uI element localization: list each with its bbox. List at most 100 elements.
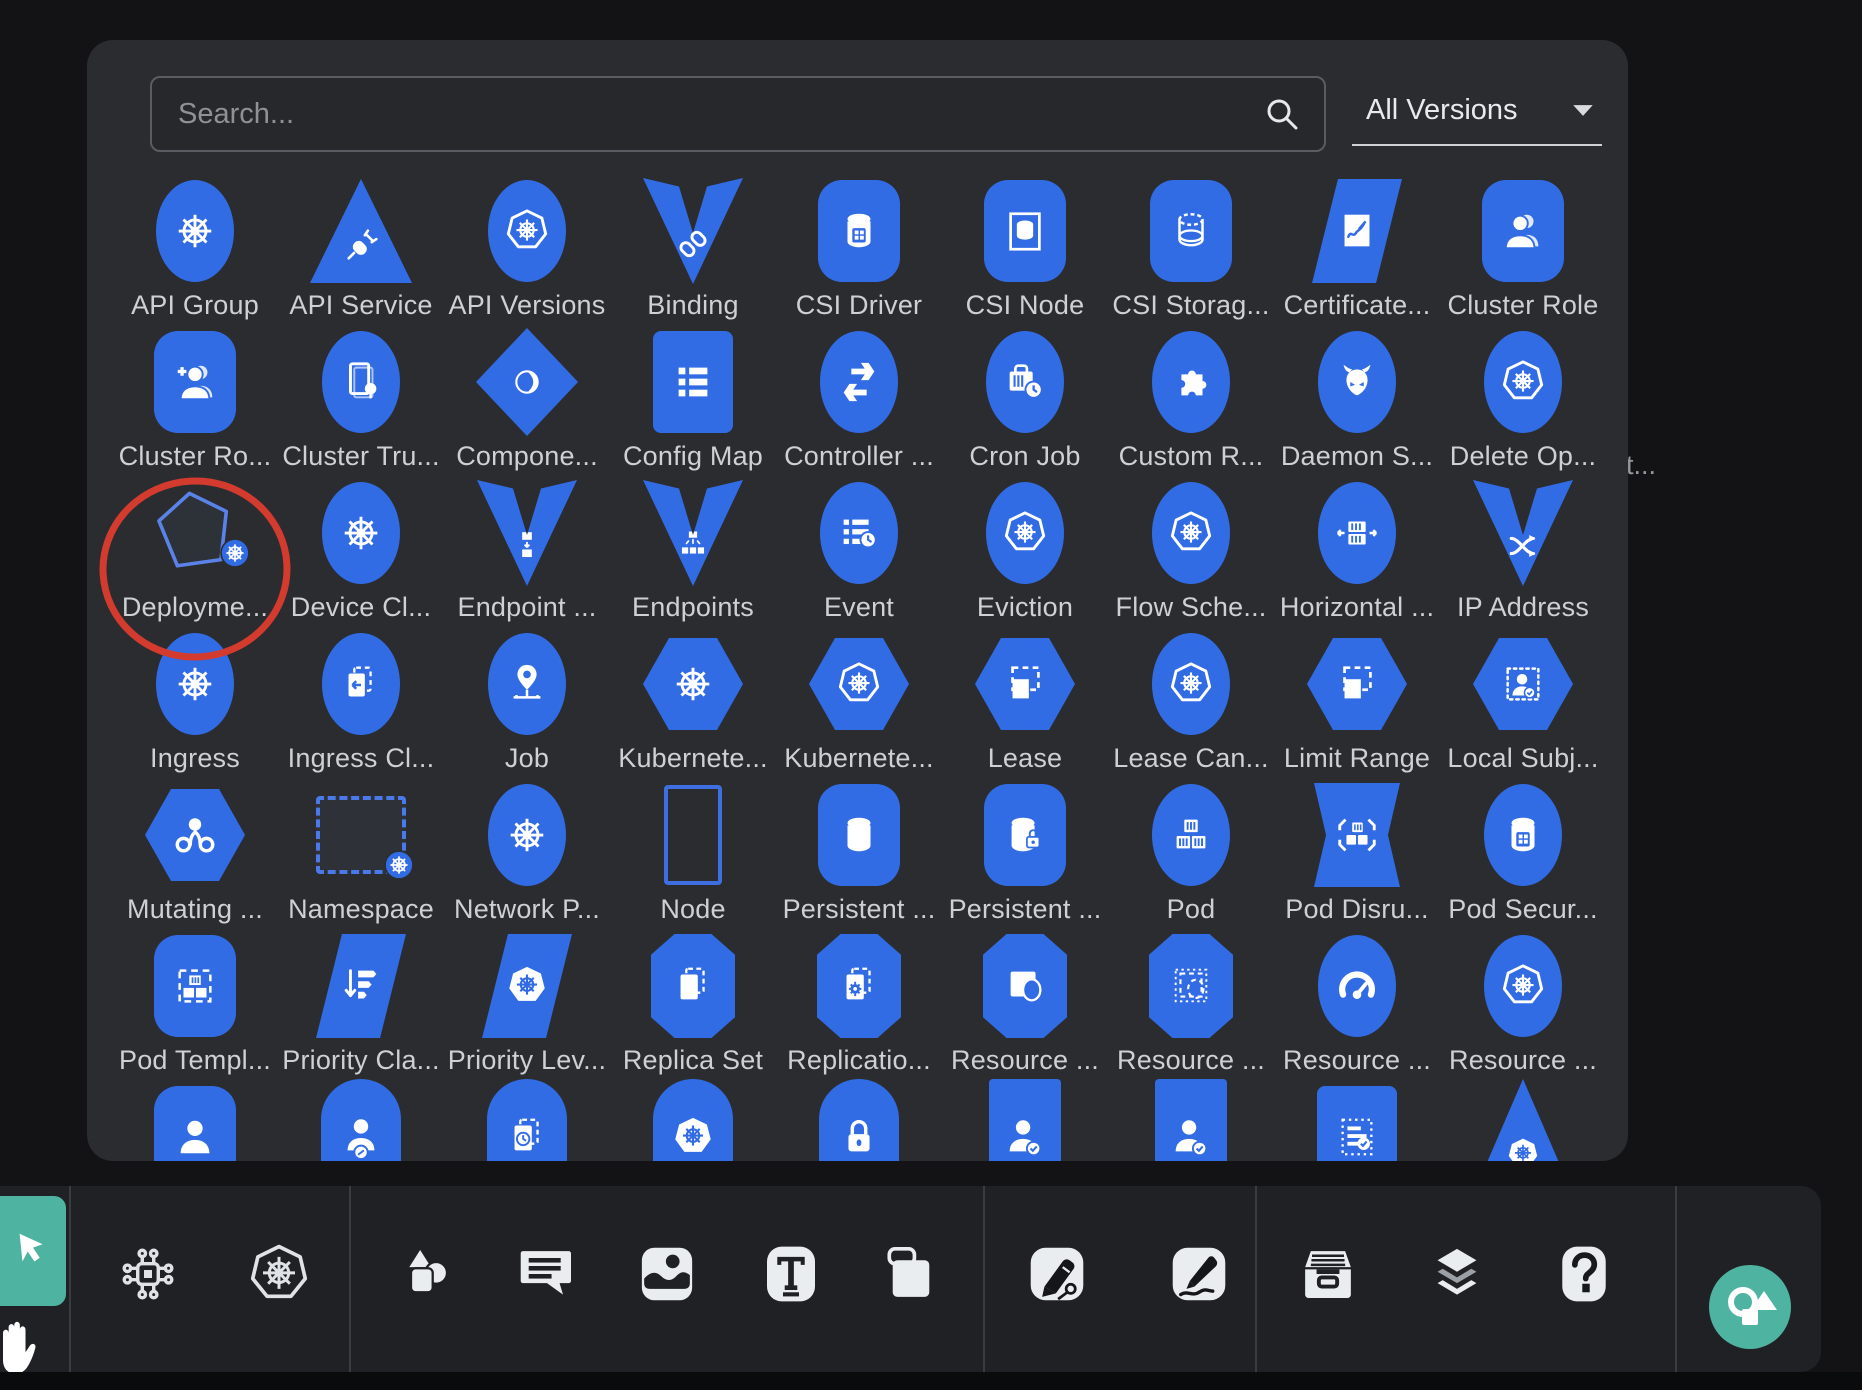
library-item-namespace[interactable]: Namespace [278,774,444,925]
library-item-kubernetes-1[interactable]: Kubernete... [610,623,776,774]
api-service-icon [310,179,412,283]
library-item-label: Resource ... [1449,1045,1597,1076]
red-ellipse-annotation[interactable] [95,473,295,665]
library-item-resource-2[interactable]: Resource ... [1108,925,1274,1076]
library-item-config-map[interactable]: Config Map [610,321,776,472]
library-item-certificate[interactable]: Certificate... [1274,170,1440,321]
archive-tool[interactable] [1296,1242,1360,1306]
library-item-api-versions[interactable]: API Versions [444,170,610,321]
library-item-csi-storage[interactable]: CSI Storag... [1108,170,1274,321]
library-item-daemon-set[interactable]: Daemon S... [1274,321,1440,472]
library-item-persistent-volume[interactable]: Persistent ... [776,774,942,925]
library-item-label: Cluster Tru... [282,441,439,472]
library-item-priority-class[interactable]: Priority Cla... [278,925,444,1076]
shapes-tool[interactable] [395,1242,459,1306]
library-item-network-policy[interactable]: Network P... [444,774,610,925]
marker-tool[interactable] [1167,1242,1231,1306]
library-item-kubernetes-2[interactable]: Kubernete... [776,623,942,774]
config-map-icon [653,331,733,433]
library-item-api-group[interactable]: API Group [112,170,278,321]
architecture-icon [116,1242,180,1306]
library-item-row7-3[interactable] [444,1076,610,1161]
library-item-lease-candidate[interactable]: Lease Can... [1108,623,1274,774]
library-item-label: Local Subj... [1447,743,1598,774]
job-icon [488,633,566,735]
row7-1-icon [154,1086,236,1161]
library-item-row7-2[interactable] [278,1076,444,1161]
note-tool[interactable] [879,1242,943,1306]
library-item-flow-schema[interactable]: Flow Sche... [1108,472,1274,623]
library-item-label: Ingress [150,743,240,774]
version-filter-dropdown[interactable]: All Versions [1352,76,1602,146]
app-logo[interactable] [1708,1264,1792,1350]
library-item-csi-driver[interactable]: CSI Driver [776,170,942,321]
library-item-ingress-class[interactable]: Ingress Cl... [278,623,444,774]
library-item-custom-resource[interactable]: Custom R... [1108,321,1274,472]
library-item-resource-1[interactable]: Resource ... [942,925,1108,1076]
help-button[interactable] [1552,1242,1616,1306]
library-item-row7-1[interactable] [112,1076,278,1161]
library-item-label: Controller ... [784,441,934,472]
library-item-event[interactable]: Event [776,472,942,623]
select-tool[interactable] [0,1196,66,1306]
library-item-endpoint-slice[interactable]: Endpoint ... [444,472,610,623]
library-item-row7-8[interactable] [1274,1076,1440,1161]
comment-tool[interactable] [515,1242,579,1306]
library-item-component-status[interactable]: Compone... [444,321,610,472]
pen-tool[interactable] [1025,1242,1089,1306]
text-tool[interactable] [759,1242,823,1306]
architecture-tool[interactable] [116,1242,180,1306]
library-item-binding[interactable]: Binding [610,170,776,321]
library-item-limit-range[interactable]: Limit Range [1274,623,1440,774]
library-item-ip-address[interactable]: IP Address [1440,472,1606,623]
layers-tool[interactable] [1425,1242,1489,1306]
library-item-delete-options[interactable]: Delete Op... [1440,321,1606,472]
kubernetes-2-icon [809,635,909,733]
library-item-persistent-volume-claim[interactable]: Persistent ... [942,774,1108,925]
library-item-priority-level[interactable]: Priority Lev... [444,925,610,1076]
library-item-job[interactable]: Job [444,623,610,774]
library-item-pod-disruption-budget[interactable]: Pod Disru... [1274,774,1440,925]
library-item-resource-3[interactable]: Resource ... [1274,925,1440,1076]
library-item-cluster-role-binding[interactable]: Cluster Ro... [112,321,278,472]
library-item-row7-5[interactable] [776,1076,942,1161]
library-item-local-subject-access[interactable]: Local Subj... [1440,623,1606,774]
library-item-replica-set[interactable]: Replica Set [610,925,776,1076]
library-item-endpoints[interactable]: Endpoints [610,472,776,623]
library-item-lease[interactable]: Lease [942,623,1108,774]
namespace-dashed-icon [316,796,406,874]
ip-address-icon [1473,480,1573,586]
canvas-clipped-text[interactable]: t... [1626,450,1656,481]
library-item-api-service[interactable]: API Service [278,170,444,321]
library-item-cluster-trust[interactable]: Cluster Tru... [278,321,444,472]
library-item-label: Pod Secur... [1448,894,1598,925]
library-item-label: Event [824,592,894,623]
library-item-row7-9[interactable] [1440,1076,1606,1161]
library-item-row7-4[interactable] [610,1076,776,1161]
library-item-label: Binding [647,290,738,321]
library-item-label: Lease Can... [1113,743,1269,774]
image-tool[interactable] [635,1242,699,1306]
kubernetes-library-tool[interactable] [247,1242,311,1306]
library-item-row7-7[interactable] [1108,1076,1274,1161]
library-item-pod-security[interactable]: Pod Secur... [1440,774,1606,925]
library-item-label: Custom R... [1119,441,1264,472]
library-item-cluster-role[interactable]: Cluster Role [1440,170,1606,321]
library-item-horizontal-pod-autoscaler[interactable]: Horizontal ... [1274,472,1440,623]
library-item-node[interactable]: Node [610,774,776,925]
library-item-device-class[interactable]: Device Cl... [278,472,444,623]
library-item-row7-6[interactable] [942,1076,1108,1161]
library-item-mutating-webhook[interactable]: Mutating ... [112,774,278,925]
library-item-pod[interactable]: Pod [1108,774,1274,925]
library-item-pod-template[interactable]: Pod Templ... [112,925,278,1076]
search-input[interactable] [152,98,1262,131]
library-item-cron-job[interactable]: Cron Job [942,321,1108,472]
library-item-controller-revision[interactable]: Controller ... [776,321,942,472]
library-item-eviction[interactable]: Eviction [942,472,1108,623]
row7-2-icon [321,1079,401,1161]
library-item-resource-4[interactable]: Resource ... [1440,925,1606,1076]
canvas[interactable]: t... All Versions API GroupAPI ServiceAP… [0,0,1862,1390]
toolbar-divider [1675,1186,1677,1372]
library-item-csi-node[interactable]: CSI Node [942,170,1108,321]
library-item-replication-controller[interactable]: Replicatio... [776,925,942,1076]
